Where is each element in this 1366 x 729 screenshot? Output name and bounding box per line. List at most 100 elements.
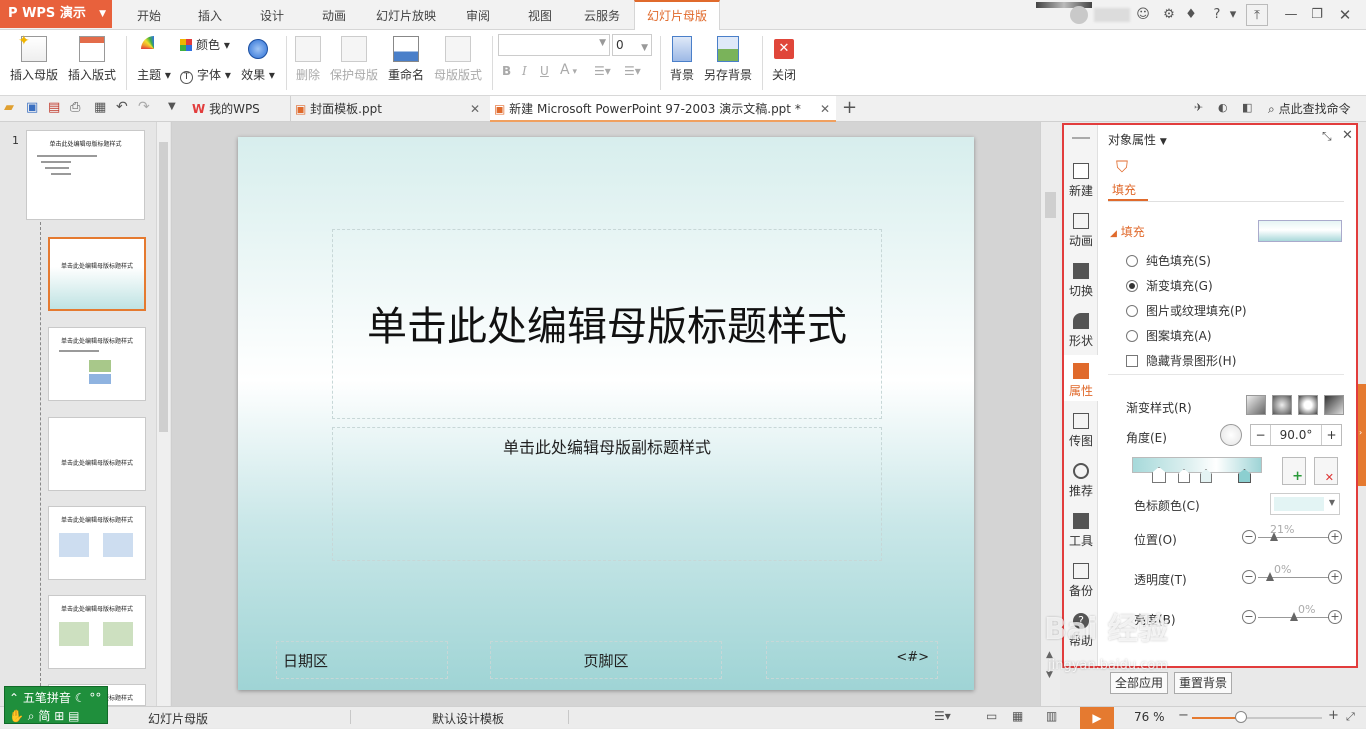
tab-design[interactable]: 设计 bbox=[244, 0, 300, 30]
theme-button[interactable]: 主题 ▾ bbox=[134, 36, 174, 83]
save-icon[interactable]: ▣ bbox=[26, 100, 38, 115]
bold-icon[interactable]: B bbox=[502, 64, 511, 78]
add-stop-button[interactable]: + bbox=[1282, 457, 1306, 485]
tab-my-wps[interactable]: W 我的WPS bbox=[188, 96, 284, 122]
export-pdf-icon[interactable]: ▤ bbox=[48, 100, 60, 115]
remove-stop-button[interactable]: ✕ bbox=[1314, 457, 1338, 485]
zoom-slider[interactable] bbox=[1192, 717, 1322, 719]
maximize-icon[interactable]: ❐ bbox=[1306, 4, 1328, 26]
pane-collapse-tab[interactable]: › bbox=[1358, 384, 1366, 486]
ime-row-bottom[interactable]: ✋ ⌕ 简 ⊞ ▤ bbox=[9, 707, 79, 724]
apply-all-button[interactable]: 全部应用 bbox=[1110, 672, 1168, 694]
tab-cover-template[interactable]: ▣ 封面模板.ppt ✕ bbox=[290, 96, 486, 122]
collab-icon[interactable]: ◐ bbox=[1218, 101, 1228, 114]
radio-solid-fill[interactable]: 纯色填充(S) bbox=[1126, 252, 1211, 269]
subtitle-placeholder[interactable]: 单击此处编辑母版副标题样式 bbox=[332, 427, 882, 561]
gradient-path-option[interactable] bbox=[1324, 395, 1344, 415]
radio-gradient-fill[interactable]: 渐变填充(G) bbox=[1126, 277, 1213, 294]
cloud-icon[interactable]: ◧ bbox=[1242, 101, 1252, 114]
bullet-list-icon[interactable]: ☰▾ bbox=[594, 64, 611, 78]
layout-thumbnail-selected[interactable]: 单击此处编辑母版标题样式 bbox=[48, 237, 146, 311]
skin-icon[interactable]: ☺ bbox=[1132, 4, 1154, 26]
tab-home[interactable]: 开始 bbox=[122, 0, 176, 30]
master-layout-button[interactable]: 母版版式 bbox=[432, 36, 484, 83]
zoom-in-icon[interactable]: + bbox=[1328, 708, 1339, 723]
layout-thumbnail[interactable]: 单击此处编辑母版标题样式 bbox=[48, 327, 146, 401]
brightness-slider-thumb[interactable] bbox=[1290, 612, 1298, 621]
italic-icon[interactable]: I bbox=[522, 64, 527, 78]
minimize-icon[interactable]: — bbox=[1280, 4, 1302, 26]
zoom-value[interactable]: 76 % bbox=[1134, 710, 1165, 724]
fit-window-icon[interactable]: ⤢ bbox=[1346, 710, 1355, 724]
close-icon[interactable]: ✕ bbox=[1334, 4, 1356, 26]
layout-thumbnail[interactable]: 单击此处编辑母版标题样式 bbox=[48, 417, 146, 491]
title-placeholder[interactable]: 单击此处编辑母版标题样式 bbox=[332, 229, 882, 419]
decrement-icon[interactable]: − bbox=[1242, 570, 1256, 584]
font-button[interactable]: T 字体 ▾ bbox=[180, 66, 231, 84]
underline-icon[interactable]: U bbox=[540, 64, 549, 78]
fill-preview-swatch[interactable] bbox=[1258, 220, 1342, 242]
reading-view-icon[interactable]: ▥ bbox=[1046, 709, 1057, 723]
date-placeholder[interactable]: 日期区 bbox=[276, 641, 448, 679]
tab-slideshow[interactable]: 幻灯片放映 bbox=[368, 0, 444, 30]
tab-view[interactable]: 视图 bbox=[512, 0, 568, 30]
drag-handle-icon[interactable] bbox=[1072, 137, 1090, 139]
radio-picture-fill[interactable]: 图片或纹理填充(P) bbox=[1126, 302, 1247, 319]
new-tab-icon[interactable]: + bbox=[842, 97, 857, 118]
close-icon[interactable]: ✕ bbox=[820, 96, 830, 122]
effect-button[interactable]: 效果 ▾ bbox=[238, 36, 278, 83]
protect-master-button[interactable]: 保护母版 bbox=[328, 36, 380, 83]
chevron-down-icon[interactable]: ▾ bbox=[1222, 4, 1244, 26]
stop-color-select[interactable]: ▼ bbox=[1270, 493, 1340, 515]
reset-background-button[interactable]: 重置背景 bbox=[1174, 672, 1232, 694]
side-animation[interactable]: 动画 bbox=[1064, 213, 1098, 249]
settings-icon[interactable]: ⚙ bbox=[1158, 4, 1180, 26]
scrollbar-thumb[interactable] bbox=[1045, 192, 1056, 218]
close-icon[interactable]: ✕ bbox=[470, 96, 480, 122]
angle-value[interactable]: 90.0° bbox=[1273, 425, 1319, 445]
close-icon[interactable]: ✕ bbox=[1342, 128, 1353, 143]
background-button[interactable]: 背景 bbox=[664, 36, 700, 83]
section-fill[interactable]: ◢ 填充 bbox=[1110, 223, 1145, 240]
shirt-icon[interactable]: ♦ bbox=[1180, 4, 1202, 26]
sorter-view-icon[interactable]: ▦ bbox=[1012, 709, 1023, 723]
command-search[interactable]: ⌕ 点此查找命令 bbox=[1268, 100, 1351, 117]
share-icon[interactable]: ✈ bbox=[1194, 101, 1203, 114]
side-backup[interactable]: 备份 bbox=[1064, 563, 1098, 599]
footer-placeholder[interactable]: 页脚区 bbox=[490, 641, 722, 679]
page-number-placeholder[interactable]: <#> bbox=[766, 641, 938, 679]
undo-icon[interactable]: ↶ bbox=[116, 99, 128, 115]
increment-icon[interactable]: + bbox=[1328, 610, 1342, 624]
avatar[interactable] bbox=[1070, 6, 1088, 24]
undock-icon[interactable]: ⤡ bbox=[1322, 129, 1332, 144]
tab-cloud[interactable]: 云服务 bbox=[572, 0, 632, 30]
zoom-out-icon[interactable]: − bbox=[1178, 708, 1189, 723]
numbered-list-icon[interactable]: ☰▾ bbox=[624, 64, 641, 78]
transparency-slider-thumb[interactable] bbox=[1266, 572, 1274, 581]
insert-layout-button[interactable]: 插入版式 bbox=[66, 36, 118, 83]
scrollbar-thumb[interactable] bbox=[159, 142, 168, 432]
layout-thumbnail[interactable]: 单击此处编辑母版标题样式 bbox=[48, 595, 146, 669]
side-upload-image[interactable]: 传图 bbox=[1064, 413, 1098, 449]
delete-button[interactable]: 删除 bbox=[290, 36, 326, 83]
tab-insert[interactable]: 插入 bbox=[180, 0, 240, 30]
tab-fill[interactable]: 填充 bbox=[1112, 181, 1136, 198]
save-background-button[interactable]: 另存背景 bbox=[702, 36, 754, 83]
redo-icon[interactable]: ↷ bbox=[138, 99, 150, 115]
side-properties[interactable]: 属性 bbox=[1064, 363, 1098, 399]
tab-review[interactable]: 审阅 bbox=[450, 0, 506, 30]
font-name-select[interactable]: ▼ bbox=[498, 34, 610, 56]
side-recommend[interactable]: 推荐 bbox=[1064, 463, 1098, 499]
gradient-radial-option[interactable] bbox=[1272, 395, 1292, 415]
decrement-icon[interactable]: − bbox=[1251, 425, 1271, 445]
notes-icon[interactable]: ☰▾ bbox=[934, 709, 951, 723]
gradient-rect-option[interactable] bbox=[1298, 395, 1318, 415]
font-size-select[interactable]: 0 ▼ bbox=[612, 34, 652, 56]
increment-icon[interactable]: + bbox=[1328, 530, 1342, 544]
master-thumbnail[interactable]: 单击此处编辑母版标题样式 bbox=[26, 130, 145, 220]
close-master-button[interactable]: ✕ 关闭 bbox=[766, 36, 802, 83]
normal-view-icon[interactable]: ▭ bbox=[986, 709, 997, 723]
chevron-down-icon[interactable]: ▼ bbox=[168, 101, 176, 112]
angle-stepper[interactable]: − 90.0° + bbox=[1250, 424, 1342, 446]
color-button[interactable]: 颜色 ▾ bbox=[180, 36, 230, 53]
